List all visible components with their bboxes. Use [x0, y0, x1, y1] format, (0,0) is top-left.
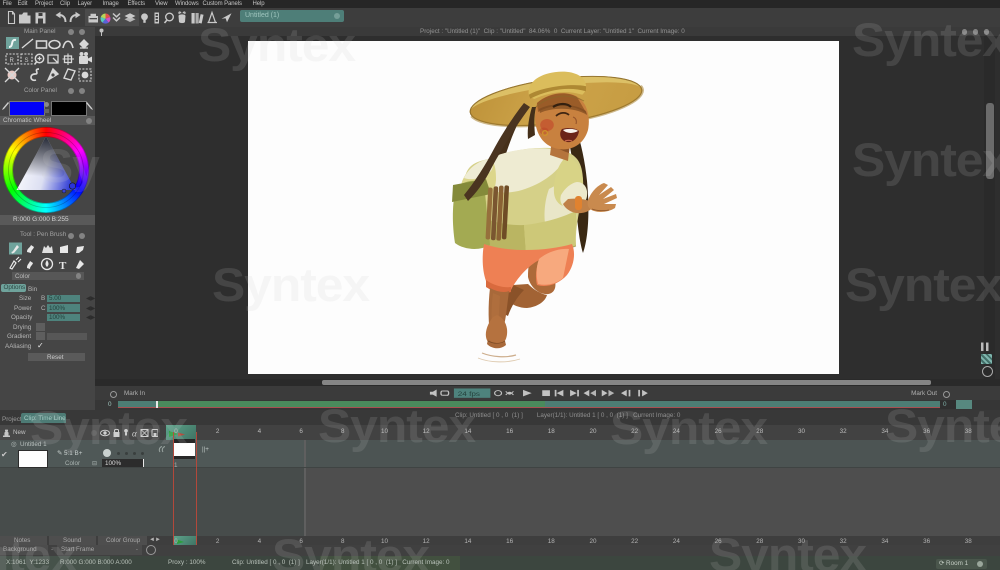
svg-text:S: S — [25, 58, 29, 64]
svg-text:24 fps: 24 fps — [458, 390, 481, 398]
svg-text:R: R — [10, 58, 15, 64]
svg-text:α: α — [132, 429, 137, 439]
svg-text:T: T — [59, 260, 67, 272]
